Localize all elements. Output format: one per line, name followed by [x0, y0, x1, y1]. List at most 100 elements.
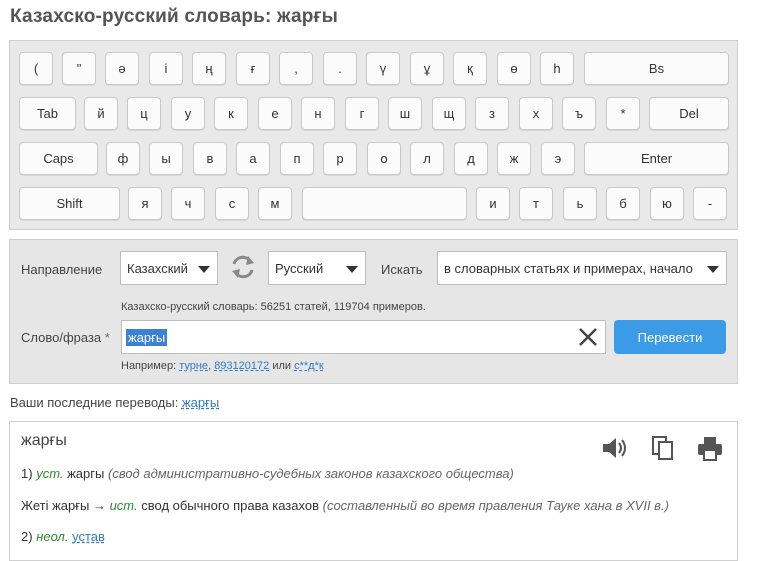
key[interactable]: к — [214, 97, 248, 130]
key[interactable]: й — [84, 97, 118, 130]
search-input[interactable]: жарғы — [121, 320, 606, 354]
key[interactable]: т — [519, 187, 553, 220]
key[interactable]: ю — [650, 187, 684, 220]
result-card: жарғы 1) уст. жаргы (свод административн… — [9, 421, 738, 561]
key[interactable]: и — [476, 187, 510, 220]
key[interactable]: ң — [192, 52, 226, 85]
from-language-select[interactable]: Казахский — [120, 251, 218, 285]
key[interactable]: м — [258, 187, 292, 220]
key[interactable]: п — [280, 142, 314, 175]
copy-icon[interactable] — [649, 434, 677, 462]
translation: жаргы — [67, 466, 105, 481]
key[interactable]: я — [128, 187, 162, 220]
recent-label: Ваши последние переводы: — [10, 395, 179, 410]
key[interactable]: і — [149, 52, 183, 85]
to-language-select[interactable]: Русский — [268, 251, 366, 285]
direction-label: Направление — [21, 262, 103, 277]
example-link[interactable]: турне — [179, 360, 208, 372]
virtual-keyboard: ( " ә і ң ғ , . ү ұ қ ө h Bs Tab й ц у к… — [9, 40, 738, 230]
translation-link[interactable]: устав — [72, 529, 105, 544]
sense-2: 2) неол. устав — [21, 529, 105, 544]
sense-phrase: Жеті жарғы → ист. свод обычного права ка… — [21, 498, 669, 513]
key[interactable]: ь — [563, 187, 597, 220]
page-title: Казахско-русский словарь: жарғы — [10, 6, 339, 27]
clear-icon[interactable] — [577, 326, 599, 348]
tab-key[interactable]: Tab — [19, 97, 76, 130]
key[interactable]: л — [410, 142, 444, 175]
key[interactable]: ж — [497, 142, 531, 175]
example-link[interactable]: c**д*к — [294, 360, 324, 372]
key[interactable]: ы — [149, 142, 183, 175]
key[interactable]: қ — [453, 52, 487, 85]
key[interactable]: ш — [388, 97, 422, 130]
key[interactable]: в — [193, 142, 227, 175]
key[interactable]: о — [367, 142, 401, 175]
key[interactable]: ч — [171, 187, 205, 220]
usage-tag: неол. — [36, 529, 69, 544]
key[interactable]: ъ — [562, 97, 596, 130]
word-label: Слово/фраза * — [21, 330, 110, 345]
key[interactable]: з — [475, 97, 509, 130]
enter-key[interactable]: Enter — [584, 142, 729, 175]
swap-languages-icon[interactable] — [229, 253, 257, 281]
key[interactable]: с — [215, 187, 249, 220]
required-mark: * — [104, 330, 110, 345]
search-panel: Направление Казахский Русский Искать в с… — [9, 239, 738, 384]
search-scope-label: Искать — [381, 262, 423, 277]
key[interactable]: ф — [106, 142, 140, 175]
key[interactable]: h — [540, 52, 574, 85]
delete-key[interactable]: Del — [649, 97, 729, 130]
key[interactable]: г — [345, 97, 379, 130]
key[interactable]: н — [301, 97, 335, 130]
recent-translations: Ваши последние переводы: жарғы — [10, 395, 219, 410]
speaker-icon[interactable] — [600, 434, 628, 462]
examples-line: Например: турне, 893120172 или c**д*к — [121, 360, 324, 372]
key[interactable]: ( — [19, 52, 53, 85]
shift-key[interactable]: Shift — [19, 187, 120, 220]
space-key[interactable] — [302, 187, 467, 220]
key[interactable]: ө — [497, 52, 531, 85]
print-icon[interactable] — [696, 434, 724, 462]
key[interactable]: д — [454, 142, 488, 175]
key[interactable]: , — [279, 52, 313, 85]
key[interactable]: е — [258, 97, 292, 130]
key[interactable]: ә — [105, 52, 139, 85]
from-language-value: Казахский — [127, 260, 188, 276]
phrase: Жеті жарғы → — [21, 498, 106, 513]
translate-button[interactable]: Перевести — [614, 320, 726, 354]
key[interactable]: б — [606, 187, 640, 220]
usage-tag: ист. — [109, 498, 138, 513]
key[interactable]: ғ — [236, 52, 270, 85]
gloss: (составленный во время правления Тауке х… — [322, 498, 669, 513]
chevron-down-icon — [198, 266, 210, 273]
key[interactable]: э — [541, 142, 575, 175]
key[interactable]: р — [323, 142, 357, 175]
search-scope-select[interactable]: в словарных статьях и примерах, начало — [437, 251, 727, 285]
key[interactable]: у — [171, 97, 205, 130]
examples-prefix: Например: — [121, 360, 177, 372]
key[interactable]: ц — [127, 97, 161, 130]
key[interactable]: * — [606, 97, 640, 130]
sense-1: 1) уст. жаргы (свод административно-суде… — [21, 466, 514, 481]
key[interactable]: - — [693, 187, 727, 220]
usage-tag: уст. — [36, 466, 64, 481]
backspace-key[interactable]: Bs — [584, 52, 729, 85]
key[interactable]: а — [236, 142, 270, 175]
caps-key[interactable]: Caps — [19, 142, 98, 175]
recent-item-link[interactable]: жарғы — [182, 395, 219, 410]
chevron-down-icon — [707, 266, 719, 273]
key[interactable]: ү — [366, 52, 400, 85]
result-headword: жарғы — [21, 432, 67, 449]
word-label-text: Слово/фраза — [21, 330, 102, 345]
key[interactable]: щ — [432, 97, 466, 130]
examples-or: или — [272, 360, 292, 372]
to-language-value: Русский — [275, 260, 324, 276]
key[interactable]: . — [323, 52, 357, 85]
key[interactable]: х — [519, 97, 553, 130]
sense-number: 2) — [21, 529, 33, 544]
key[interactable]: ұ — [410, 52, 444, 85]
chevron-down-icon — [346, 266, 358, 273]
key[interactable]: " — [62, 52, 96, 85]
example-link[interactable]: 893120172 — [214, 360, 269, 372]
gloss: (свод административно-судебных законов к… — [107, 466, 514, 481]
